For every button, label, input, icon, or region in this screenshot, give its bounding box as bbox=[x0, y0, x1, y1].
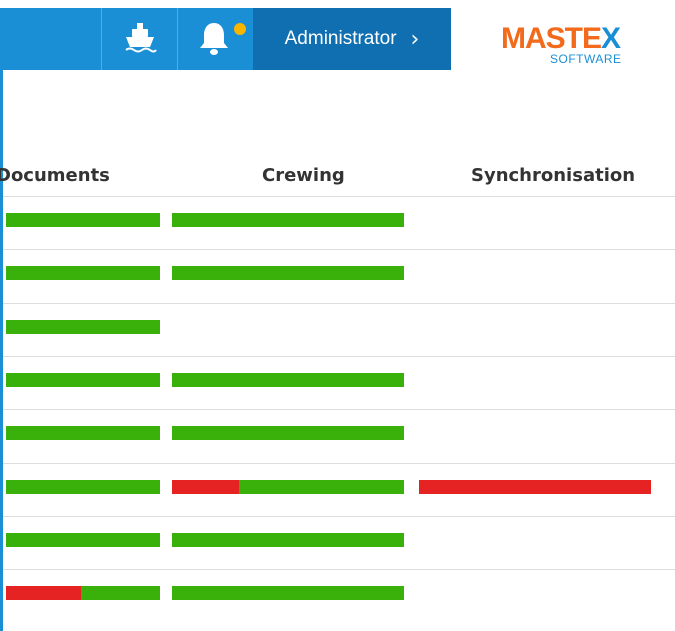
ok-segment bbox=[172, 213, 404, 227]
documents-status-bar bbox=[6, 213, 160, 227]
documents-status-bar bbox=[6, 532, 160, 547]
table-row[interactable] bbox=[3, 515, 675, 570]
documents-status-bar bbox=[6, 479, 160, 494]
error-segment bbox=[6, 586, 82, 601]
column-header-crewing: Crewing bbox=[262, 165, 345, 186]
crewing-status-bar bbox=[172, 213, 404, 227]
ok-segment bbox=[6, 372, 160, 387]
crewing-status-bar bbox=[172, 479, 404, 494]
bell-icon bbox=[186, 17, 246, 61]
table-row[interactable] bbox=[3, 249, 675, 303]
crewing-status-bar bbox=[172, 372, 404, 387]
user-name-label: Administrator bbox=[284, 28, 397, 49]
logo-wordmark: MASTEX bbox=[501, 22, 621, 55]
table-row[interactable] bbox=[3, 355, 675, 410]
vessel-button[interactable] bbox=[101, 8, 178, 70]
ship-icon bbox=[122, 19, 158, 59]
crewing-status-bar bbox=[172, 426, 404, 441]
synchronisation-status-bar bbox=[419, 479, 651, 494]
crewing-status-bar bbox=[172, 586, 404, 601]
ok-segment bbox=[6, 532, 160, 547]
ok-segment bbox=[172, 586, 404, 601]
column-header-documents: Documents bbox=[0, 165, 110, 186]
table-row[interactable] bbox=[3, 302, 675, 357]
chevron-right-icon: › bbox=[410, 26, 420, 52]
documents-status-bar bbox=[6, 586, 160, 601]
table-row[interactable] bbox=[3, 196, 675, 250]
table-row[interactable] bbox=[3, 409, 675, 463]
ok-segment bbox=[81, 586, 160, 601]
table-row[interactable] bbox=[3, 569, 675, 623]
logo-subtext: SOFTWARE bbox=[550, 52, 622, 66]
error-segment bbox=[172, 479, 240, 494]
user-menu-button[interactable]: Administrator › bbox=[253, 8, 451, 70]
ok-segment bbox=[172, 266, 404, 281]
crewing-status-bar bbox=[172, 266, 404, 281]
documents-status-bar bbox=[6, 319, 160, 334]
crewing-status-bar bbox=[172, 532, 404, 547]
documents-status-bar bbox=[6, 266, 160, 281]
notification-badge bbox=[234, 23, 246, 35]
ok-segment bbox=[172, 426, 404, 441]
top-bar: Administrator › MASTEX SOFTWARE bbox=[0, 0, 675, 70]
ok-segment bbox=[6, 213, 160, 227]
company-logo: MASTEX SOFTWARE bbox=[451, 8, 675, 70]
ok-segment bbox=[172, 372, 404, 387]
ok-segment bbox=[172, 532, 404, 547]
documents-status-bar bbox=[6, 426, 160, 441]
error-segment bbox=[419, 479, 651, 494]
top-strip bbox=[0, 0, 675, 8]
ok-segment bbox=[6, 319, 160, 334]
ok-segment bbox=[6, 426, 160, 441]
documents-status-bar bbox=[6, 372, 160, 387]
table-row[interactable] bbox=[3, 462, 675, 517]
ok-segment bbox=[239, 479, 404, 494]
ok-segment bbox=[6, 479, 160, 494]
notifications-button[interactable] bbox=[177, 8, 254, 70]
column-header-synchronisation: Synchronisation bbox=[471, 165, 636, 186]
ok-segment bbox=[6, 266, 160, 281]
